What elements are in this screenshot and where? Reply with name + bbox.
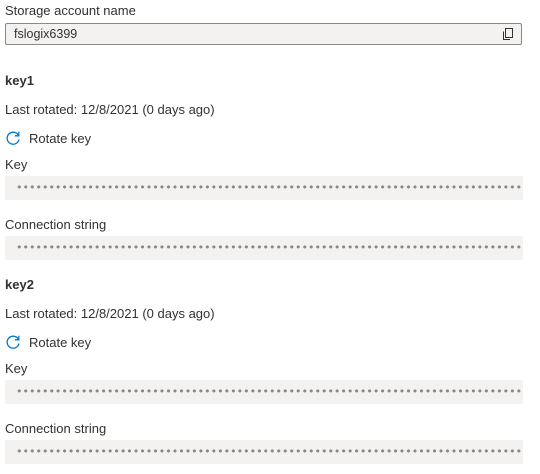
key1-key-label: Key (5, 157, 28, 172)
key2-connection-string-label: Connection string (5, 421, 107, 436)
storage-account-label: Storage account name (5, 3, 136, 18)
storage-account-value: fslogix6399 (14, 27, 78, 41)
key2-title: key2 (5, 277, 34, 292)
key1-key-field[interactable]: ••••••••••••••••••••••••••••••••••••••••… (5, 176, 523, 200)
key2-key-value: ••••••••••••••••••••••••••••••••••••••••… (16, 385, 523, 398)
key1-last-rotated: Last rotated: 12/8/2021 (0 days ago) (5, 102, 215, 117)
rotate-icon (6, 335, 20, 349)
key2-connection-string-field[interactable]: ••••••••••••••••••••••••••••••••••••••••… (5, 440, 523, 464)
key1-rotate-key-label: Rotate key (29, 130, 92, 146)
key2-connection-string-value: ••••••••••••••••••••••••••••••••••••••••… (16, 445, 523, 458)
key1-key-value: ••••••••••••••••••••••••••••••••••••••••… (16, 181, 523, 194)
key2-rotate-key-button[interactable]: Rotate key (5, 332, 91, 352)
key2-key-label: Key (5, 361, 28, 376)
rotate-icon (6, 131, 20, 145)
key2-key-field[interactable]: ••••••••••••••••••••••••••••••••••••••••… (5, 380, 523, 404)
key1-connection-string-field[interactable]: ••••••••••••••••••••••••••••••••••••••••… (5, 236, 523, 260)
key1-title: key1 (5, 73, 34, 88)
key1-connection-string-label: Connection string (5, 217, 107, 232)
key1-connection-string-value: ••••••••••••••••••••••••••••••••••••••••… (16, 241, 523, 254)
storage-account-field[interactable]: fslogix6399 (5, 23, 522, 45)
copy-icon[interactable] (501, 27, 515, 41)
key1-rotate-key-button[interactable]: Rotate key (5, 128, 91, 148)
key2-rotate-key-label: Rotate key (29, 334, 92, 350)
key2-last-rotated: Last rotated: 12/8/2021 (0 days ago) (5, 306, 215, 321)
